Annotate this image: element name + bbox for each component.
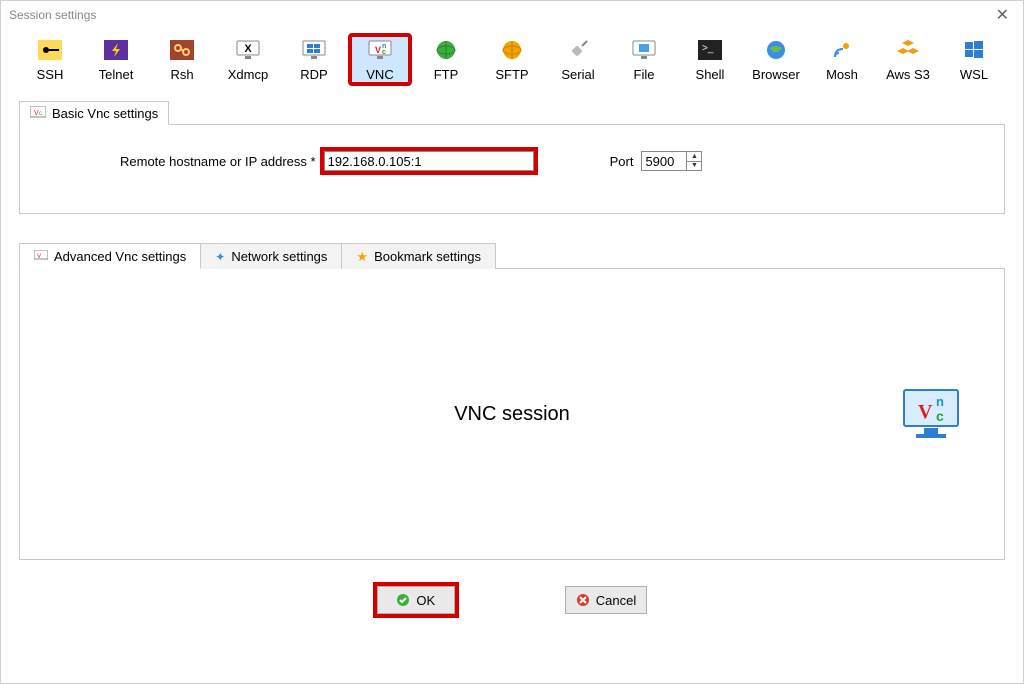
session-type-label: File: [634, 67, 655, 82]
session-type-telnet[interactable]: Telnet: [86, 35, 146, 84]
advanced-tabs: V Advanced Vnc settings ✦ Network settin…: [19, 243, 495, 269]
ok-button[interactable]: OK: [377, 586, 455, 614]
svg-text:V: V: [918, 401, 933, 423]
session-type-rsh[interactable]: Rsh: [152, 35, 212, 84]
session-type-label: Mosh: [826, 67, 858, 82]
key-icon: [37, 39, 63, 61]
tab-label: Network settings: [231, 249, 327, 264]
session-type-label: Xdmcp: [228, 67, 268, 82]
session-type-xdmcp[interactable]: X Xdmcp: [218, 35, 278, 84]
session-type-label: SFTP: [495, 67, 528, 82]
session-type-browser[interactable]: Browser: [746, 35, 806, 84]
link-icon: [169, 39, 195, 61]
svg-text:c: c: [936, 408, 944, 424]
session-type-serial[interactable]: Serial: [548, 35, 608, 84]
tab-bookmark[interactable]: ★ Bookmark settings: [341, 243, 496, 269]
cancel-label: Cancel: [596, 593, 636, 608]
check-circle-icon: [396, 593, 410, 607]
dialog-buttons: OK Cancel: [19, 586, 1005, 614]
basic-vnc-panel: Vc Basic Vnc settings Remote hostname or…: [19, 124, 1005, 214]
vnc-monitor-icon: Vnc: [367, 39, 393, 61]
advanced-panel: V Advanced Vnc settings ✦ Network settin…: [19, 268, 1005, 560]
plug-icon: [565, 39, 591, 61]
port-stepper[interactable]: ▲ ▼: [687, 151, 702, 171]
session-type-label: Telnet: [99, 67, 134, 82]
tab-label: Bookmark settings: [374, 249, 481, 264]
session-type-ftp[interactable]: FTP: [416, 35, 476, 84]
file-monitor-icon: [631, 39, 657, 61]
session-type-label: WSL: [960, 67, 988, 82]
vnc-small-icon: V: [34, 250, 48, 262]
cancel-circle-icon: [576, 593, 590, 607]
network-icon: ✦: [215, 250, 225, 264]
session-type-mosh[interactable]: Mosh: [812, 35, 872, 84]
port-label: Port: [610, 154, 634, 169]
windows-monitor-icon: [301, 39, 327, 61]
cancel-button[interactable]: Cancel: [565, 586, 647, 614]
svg-text:n: n: [936, 394, 944, 409]
session-type-vnc[interactable]: Vnc VNC: [350, 35, 410, 84]
basic-vnc-tab[interactable]: Vc Basic Vnc settings: [19, 101, 169, 125]
x-monitor-icon: X: [235, 39, 261, 61]
svg-text:c: c: [39, 111, 42, 117]
globe-orange-icon: [499, 39, 525, 61]
session-caption: VNC session: [454, 403, 570, 426]
session-type-label: RDP: [300, 67, 327, 82]
tab-network[interactable]: ✦ Network settings: [200, 243, 342, 269]
session-type-label: VNC: [366, 67, 393, 82]
session-type-label: Rsh: [170, 67, 193, 82]
hostname-input[interactable]: [324, 151, 534, 171]
session-type-label: SSH: [37, 67, 64, 82]
aws-cubes-icon: [895, 39, 921, 61]
session-type-ssh[interactable]: SSH: [20, 35, 80, 84]
spinner-up-icon[interactable]: ▲: [687, 152, 701, 162]
vnc-large-icon: V n c: [902, 388, 960, 440]
title-bar: Session settings ✕: [1, 1, 1023, 29]
vnc-small-icon: Vc: [30, 106, 46, 120]
session-type-bar: SSH Telnet Rsh X Xdmcp RDP Vnc VNC: [1, 29, 1023, 92]
session-type-sftp[interactable]: SFTP: [482, 35, 542, 84]
port-input[interactable]: [641, 151, 687, 171]
hostname-label: Remote hostname or IP address *: [120, 154, 316, 169]
globe-green-icon: [433, 39, 459, 61]
basic-vnc-tab-label: Basic Vnc settings: [52, 106, 158, 121]
window-title: Session settings: [9, 8, 96, 22]
svg-text:V: V: [37, 254, 41, 260]
svg-text:X: X: [244, 43, 252, 55]
session-type-label: FTP: [434, 67, 459, 82]
tab-label: Advanced Vnc settings: [54, 249, 186, 264]
session-type-label: Aws S3: [886, 67, 930, 82]
svg-text:c: c: [382, 49, 386, 56]
lightning-icon: [103, 39, 129, 61]
session-type-rdp[interactable]: RDP: [284, 35, 344, 84]
session-type-wsl[interactable]: WSL: [944, 35, 1004, 84]
session-type-file[interactable]: File: [614, 35, 674, 84]
satellite-icon: [829, 39, 855, 61]
session-type-label: Shell: [696, 67, 725, 82]
session-type-label: Browser: [752, 67, 800, 82]
close-icon[interactable]: ✕: [990, 5, 1015, 25]
session-type-label: Serial: [561, 67, 594, 82]
session-type-shell[interactable]: >_ Shell: [680, 35, 740, 84]
terminal-icon: >_: [697, 39, 723, 61]
spinner-down-icon[interactable]: ▼: [687, 162, 701, 171]
svg-text:>_: >_: [702, 43, 714, 54]
tab-advanced-vnc[interactable]: V Advanced Vnc settings: [19, 243, 201, 269]
windows-icon: [961, 39, 987, 61]
globe-blue-icon: [763, 39, 789, 61]
session-type-awss3[interactable]: Aws S3: [878, 35, 938, 84]
star-icon: ★: [356, 249, 368, 265]
svg-text:V: V: [375, 45, 381, 55]
ok-label: OK: [416, 593, 435, 608]
